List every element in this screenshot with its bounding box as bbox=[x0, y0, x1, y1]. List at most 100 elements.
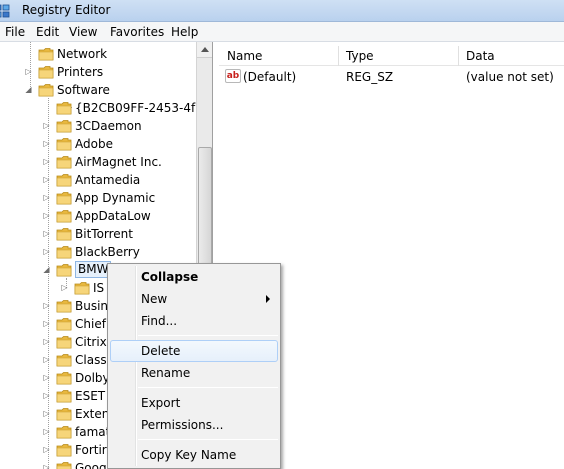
scroll-up-button[interactable] bbox=[197, 42, 212, 58]
expand-arrow-icon[interactable]: ▷ bbox=[42, 391, 51, 400]
menu-item-find[interactable]: Find... bbox=[110, 310, 278, 332]
expand-arrow-icon[interactable]: ▷ bbox=[42, 337, 51, 346]
registry-editor-icon bbox=[0, 4, 10, 18]
menu-view[interactable]: View bbox=[69, 25, 97, 39]
menu-item-label: Permissions... bbox=[141, 418, 224, 432]
submenu-arrow-icon bbox=[266, 295, 270, 303]
menu-item-label: Collapse bbox=[141, 270, 199, 284]
column-header-type[interactable]: Type bbox=[346, 49, 374, 63]
expand-arrow-icon[interactable]: ▷ bbox=[42, 211, 51, 220]
tree-item[interactable]: ▷ Adobe bbox=[0, 135, 196, 153]
tree-item[interactable]: Network bbox=[0, 45, 196, 63]
menu-separator bbox=[138, 387, 278, 388]
folder-icon bbox=[56, 173, 72, 187]
folder-icon bbox=[38, 47, 54, 61]
collapse-arrow-icon[interactable]: ◢ bbox=[42, 265, 51, 274]
menu-item-delete[interactable]: Delete bbox=[110, 340, 278, 362]
tree-item[interactable]: ▷ 3CDaemon bbox=[0, 117, 196, 135]
tree-item-label: Adobe bbox=[75, 137, 113, 151]
menu-item-permissions[interactable]: Permissions... bbox=[110, 414, 278, 436]
expand-arrow-icon[interactable]: ▷ bbox=[60, 283, 69, 292]
tree-item-label: Goog bbox=[75, 461, 107, 469]
folder-icon bbox=[56, 209, 72, 223]
column-separator[interactable] bbox=[338, 46, 339, 66]
folder-icon bbox=[56, 371, 72, 385]
tree-item[interactable]: {B2CB09FF-2453-4f85- bbox=[0, 99, 212, 117]
expand-arrow-icon[interactable]: ▷ bbox=[42, 355, 51, 364]
tree-item-label: Citrix bbox=[75, 335, 107, 349]
tree-item-label: BitTorrent bbox=[75, 227, 133, 241]
menu-item-new[interactable]: New bbox=[110, 288, 278, 310]
menu-separator bbox=[138, 335, 278, 336]
folder-icon bbox=[38, 65, 54, 79]
menu-item-copy-key-name[interactable]: Copy Key Name bbox=[110, 444, 278, 466]
tree-item[interactable]: ▷ Antamedia bbox=[0, 171, 196, 189]
menu-edit[interactable]: Edit bbox=[36, 25, 59, 39]
tree-item[interactable]: ▷ BitTorrent bbox=[0, 225, 196, 243]
tree-item-label: Busin bbox=[75, 299, 109, 313]
tree-item[interactable]: ▷ AppDataLow bbox=[0, 207, 196, 225]
tree-item[interactable]: ▷ Printers bbox=[0, 63, 196, 81]
expand-arrow-icon[interactable]: ▷ bbox=[42, 319, 51, 328]
menu-item-label: Delete bbox=[141, 344, 181, 358]
menu-item-label: Export bbox=[141, 396, 181, 410]
column-separator[interactable] bbox=[458, 46, 459, 66]
tree-item-label: Network bbox=[57, 47, 108, 61]
collapse-arrow-icon[interactable]: ◢ bbox=[24, 85, 33, 94]
tree-item-label: Printers bbox=[57, 65, 104, 79]
expand-arrow-icon[interactable]: ▷ bbox=[42, 301, 51, 310]
expand-arrow-icon[interactable]: ▷ bbox=[42, 157, 51, 166]
expand-arrow-icon[interactable]: ▷ bbox=[42, 247, 51, 256]
tree-item-label: ESET bbox=[75, 389, 106, 403]
folder-icon bbox=[56, 353, 72, 367]
folder-icon bbox=[56, 155, 72, 169]
expand-arrow-icon[interactable]: ▷ bbox=[42, 193, 51, 202]
expand-arrow-icon[interactable]: ▷ bbox=[42, 373, 51, 382]
menu-item-label: Find... bbox=[141, 314, 178, 328]
menu-help[interactable]: Help bbox=[171, 25, 198, 39]
expand-arrow-icon[interactable]: ▷ bbox=[42, 409, 51, 418]
tree-item-label: BlackBerry bbox=[75, 245, 140, 259]
tree-item[interactable]: ◢ Software bbox=[0, 81, 196, 99]
folder-icon bbox=[56, 119, 72, 133]
tree-item[interactable]: ▷ AirMagnet Inc. bbox=[0, 153, 196, 171]
folder-icon bbox=[56, 245, 72, 259]
folder-icon bbox=[56, 137, 72, 151]
folder-icon bbox=[56, 389, 72, 403]
folder-icon bbox=[56, 263, 72, 277]
ab-string-icon: ab bbox=[225, 69, 241, 83]
table-row[interactable]: ab (Default) REG_SZ (value not set) bbox=[219, 68, 564, 86]
expand-arrow-icon[interactable]: ▷ bbox=[42, 139, 51, 148]
folder-icon bbox=[56, 101, 72, 115]
tree-item-label: {B2CB09FF-2453-4f85- bbox=[75, 101, 213, 115]
tree-item[interactable]: ▷ BlackBerry bbox=[0, 243, 196, 261]
context-menu: Collapse New Find... Delete Rename Expor… bbox=[107, 263, 281, 469]
expand-arrow-icon[interactable]: ▷ bbox=[42, 175, 51, 184]
expand-arrow-icon[interactable]: ▷ bbox=[42, 229, 51, 238]
menu-bar: File Edit View Favorites Help bbox=[0, 22, 564, 42]
menu-item-label: Copy Key Name bbox=[141, 448, 237, 462]
menu-item-export[interactable]: Export bbox=[110, 392, 278, 414]
menu-favorites[interactable]: Favorites bbox=[110, 25, 164, 39]
tree-item-label: IS bbox=[93, 281, 105, 295]
tree-item[interactable]: ▷ App Dynamic bbox=[0, 189, 196, 207]
expand-arrow-icon[interactable]: ▷ bbox=[42, 463, 51, 469]
tree-item-label: Chief bbox=[75, 317, 106, 331]
tree-item-label: 3CDaemon bbox=[75, 119, 142, 133]
menu-item-rename[interactable]: Rename bbox=[110, 362, 278, 384]
expand-arrow-icon[interactable]: ▷ bbox=[42, 445, 51, 454]
folder-icon bbox=[56, 299, 72, 313]
value-data: (value not set) bbox=[466, 70, 554, 84]
expand-arrow-icon[interactable]: ▷ bbox=[24, 67, 33, 76]
column-header-data[interactable]: Data bbox=[466, 49, 495, 63]
menu-item-collapse[interactable]: Collapse bbox=[110, 266, 278, 288]
column-header-name[interactable]: Name bbox=[227, 49, 262, 63]
folder-icon bbox=[56, 443, 72, 457]
expand-arrow-icon[interactable]: ▷ bbox=[42, 427, 51, 436]
folder-icon bbox=[56, 335, 72, 349]
menu-item-label: Rename bbox=[141, 366, 191, 380]
menu-separator bbox=[138, 439, 278, 440]
folder-icon bbox=[56, 425, 72, 439]
expand-arrow-icon[interactable]: ▷ bbox=[42, 121, 51, 130]
menu-file[interactable]: File bbox=[5, 25, 25, 39]
